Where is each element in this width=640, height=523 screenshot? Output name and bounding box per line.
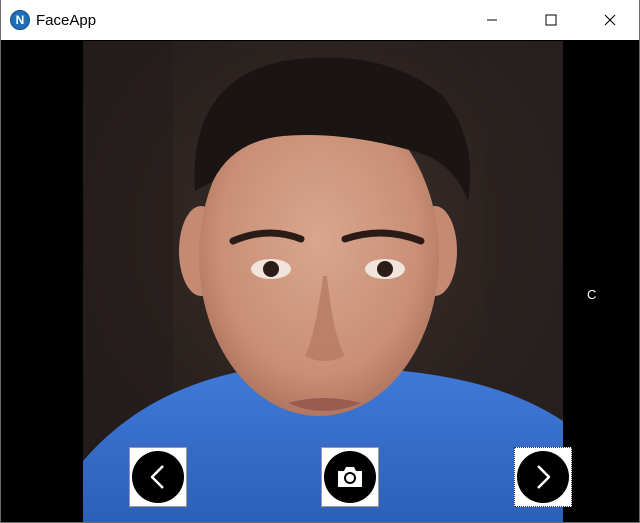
capture-button[interactable] (321, 447, 379, 507)
next-button[interactable] (514, 447, 572, 507)
maximize-button[interactable] (521, 0, 580, 40)
minimize-button[interactable] (462, 0, 521, 40)
close-icon (604, 14, 615, 26)
minimize-icon (486, 19, 497, 21)
previous-button-circle (132, 451, 184, 503)
app-logo-icon: N (10, 10, 30, 30)
next-button-circle (517, 451, 569, 503)
chevron-right-icon (537, 465, 551, 489)
capture-button-circle (324, 451, 376, 503)
side-label: C (587, 287, 597, 302)
window-controls (462, 0, 639, 40)
camera-icon (338, 467, 362, 487)
window-title: FaceApp (36, 11, 97, 29)
maximize-icon (545, 14, 556, 26)
title-bar[interactable]: N FaceApp (1, 0, 639, 40)
chevron-left-icon (150, 465, 164, 489)
app-window: N FaceApp C (0, 0, 640, 523)
previous-button[interactable] (129, 447, 187, 507)
close-button[interactable] (580, 0, 639, 40)
